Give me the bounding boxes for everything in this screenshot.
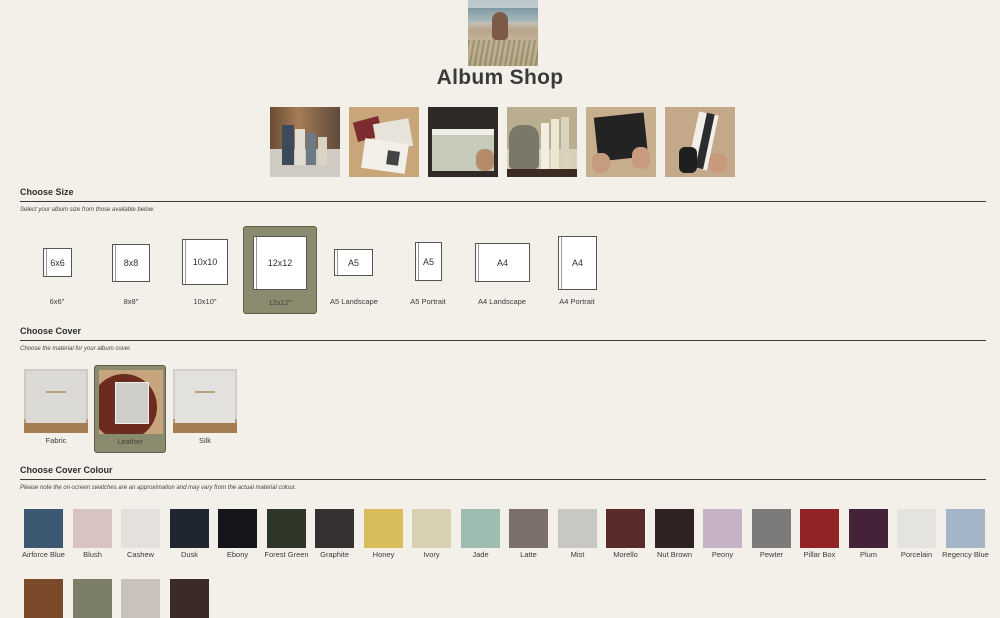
size-section-title: Choose Size bbox=[20, 187, 74, 197]
swatch-label-regency-blue: Regency Blue bbox=[942, 550, 989, 559]
fabric-cover-image bbox=[24, 369, 88, 433]
swatch-morello[interactable] bbox=[606, 509, 645, 548]
hero-grass bbox=[468, 40, 538, 66]
colour-section-divider bbox=[20, 479, 986, 480]
cover-caption-fabric: Fabric bbox=[45, 436, 67, 445]
size-icon-10x10: 10x10 bbox=[182, 239, 228, 285]
swatch-nut-brown[interactable] bbox=[655, 509, 694, 548]
size-icon-a5-portrait: A5 bbox=[415, 242, 442, 281]
cover-option-leather[interactable]: Leather bbox=[94, 365, 166, 453]
size-option-a4-portrait[interactable]: A4 A4 Portrait bbox=[540, 226, 614, 314]
swatch-latte[interactable] bbox=[509, 509, 548, 548]
size-caption-a4-portrait: A4 Portrait bbox=[559, 297, 595, 306]
size-icon-a4-portrait: A4 bbox=[558, 236, 597, 290]
size-icon-12x12: 12x12 bbox=[253, 236, 307, 290]
cover-option-silk[interactable]: Silk bbox=[169, 366, 241, 454]
colour-section-note: Please note the on-screen swatches are a… bbox=[20, 485, 297, 491]
swatch-graphite[interactable] bbox=[315, 509, 354, 548]
swatch-row2-3[interactable] bbox=[121, 579, 160, 618]
cover-caption-leather: Leather bbox=[117, 437, 143, 446]
hero-photo bbox=[468, 0, 538, 66]
swatch-blush[interactable] bbox=[73, 509, 112, 548]
gallery-thumb-4[interactable] bbox=[507, 107, 577, 177]
page-title: Album Shop bbox=[436, 66, 564, 89]
swatch-plum[interactable] bbox=[849, 509, 888, 548]
product-gallery bbox=[270, 107, 735, 177]
hero-figure bbox=[492, 12, 508, 40]
cover-caption-silk: Silk bbox=[198, 436, 212, 445]
gallery-thumb-6[interactable] bbox=[665, 107, 735, 177]
size-icon-6x6: 6x6 bbox=[43, 248, 72, 277]
swatch-pillar-box[interactable] bbox=[800, 509, 839, 548]
swatch-airforce-blue[interactable] bbox=[24, 509, 63, 548]
cover-section-divider bbox=[20, 340, 986, 341]
swatch-dusk[interactable] bbox=[170, 509, 209, 548]
size-icon-a5-landscape: A5 bbox=[334, 249, 373, 276]
swatch-jade[interactable] bbox=[461, 509, 500, 548]
gallery-thumb-2[interactable] bbox=[349, 107, 419, 177]
swatch-row2-4[interactable] bbox=[170, 579, 209, 618]
silk-cover-image bbox=[173, 369, 237, 433]
cover-section-title: Choose Cover bbox=[20, 326, 82, 336]
swatch-ebony[interactable] bbox=[218, 509, 257, 548]
swatch-forest-green[interactable] bbox=[267, 509, 306, 548]
swatch-ivory[interactable] bbox=[412, 509, 451, 548]
cover-section-note: Choose the material for your album cover… bbox=[20, 346, 132, 352]
swatch-row2-1[interactable] bbox=[24, 579, 63, 618]
swatch-regency-blue[interactable] bbox=[946, 509, 985, 548]
cover-option-fabric[interactable]: Fabric bbox=[20, 366, 92, 454]
gallery-thumb-3[interactable] bbox=[428, 107, 498, 177]
swatch-porcelain[interactable] bbox=[897, 509, 936, 548]
gallery-thumb-5[interactable] bbox=[586, 107, 656, 177]
swatch-peony[interactable] bbox=[703, 509, 742, 548]
size-section-note: Select your album size from those availa… bbox=[20, 207, 155, 213]
gallery-thumb-1[interactable] bbox=[270, 107, 340, 177]
leather-cover-image bbox=[99, 370, 163, 434]
colour-section-title: Choose Cover Colour bbox=[20, 465, 113, 475]
swatch-mist[interactable] bbox=[558, 509, 597, 548]
swatch-honey[interactable] bbox=[364, 509, 403, 548]
size-icon-8x8: 8x8 bbox=[112, 244, 150, 282]
size-icon-a4-landscape: A4 bbox=[475, 243, 530, 282]
swatch-cashew[interactable] bbox=[121, 509, 160, 548]
swatch-row2-2[interactable] bbox=[73, 579, 112, 618]
swatch-pewter[interactable] bbox=[752, 509, 791, 548]
size-section-divider bbox=[20, 201, 986, 202]
